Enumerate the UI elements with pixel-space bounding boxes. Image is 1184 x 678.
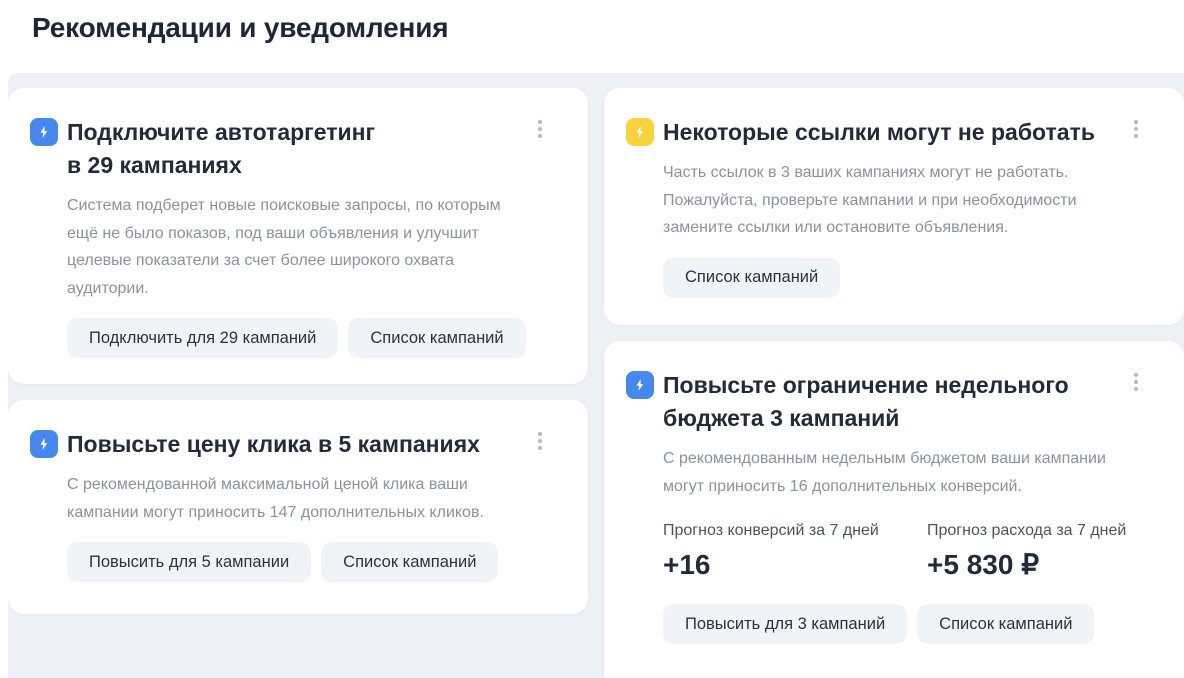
card-raise-click-price: Повысьте цену клика в 5 кампаниях С реко… [8, 400, 588, 614]
stat-value: +5 830 ₽ [927, 546, 1126, 584]
kebab-menu-icon [1134, 373, 1138, 377]
card-actions: Повысить для 5 кампании Список кампаний [67, 542, 548, 582]
recommendations-panel: Подключите автотаргетинг в 29 кампаниях … [8, 73, 1184, 678]
spend-forecast-stat: Прогноз расхода за 7 дней +5 830 ₽ [927, 520, 1126, 584]
lightning-icon [626, 118, 654, 146]
right-column: Некоторые ссылки могут не работать Часть… [604, 88, 1184, 678]
lightning-icon [30, 430, 58, 458]
card-title: Подключите автотаргетинг в 29 кампаниях [67, 116, 548, 182]
card-broken-links: Некоторые ссылки могут не работать Часть… [604, 88, 1184, 325]
card-description: Часть ссылок в 3 ваших кампаниях могут н… [663, 159, 1097, 242]
kebab-menu-icon [538, 432, 542, 436]
stat-label: Прогноз расхода за 7 дней [927, 520, 1126, 542]
campaign-list-button[interactable]: Список кампаний [917, 604, 1094, 644]
card-description: С рекомендованной максимальной ценой кли… [67, 471, 497, 526]
lightning-icon [626, 371, 654, 399]
card-menu-button[interactable] [528, 116, 552, 142]
page-title: Рекомендации и уведомления [0, 0, 1184, 44]
page-header: Рекомендации и уведомления [0, 0, 1184, 73]
kebab-menu-icon [538, 120, 542, 124]
forecast-stats: Прогноз конверсий за 7 дней +16 Прогноз … [663, 520, 1144, 584]
card-menu-button[interactable] [1124, 369, 1148, 395]
card-menu-button[interactable] [1124, 116, 1148, 142]
card-description: Система подберет новые поисковые запросы… [67, 192, 519, 302]
campaign-list-button[interactable]: Список кампаний [321, 542, 498, 582]
card-autotargeting: Подключите автотаргетинг в 29 кампаниях … [8, 88, 588, 384]
left-column: Подключите автотаргетинг в 29 кампаниях … [8, 88, 588, 614]
card-title: Повысьте ограничение недельного бюджета … [663, 369, 1144, 435]
stat-label: Прогноз конверсий за 7 дней [663, 520, 927, 542]
card-actions: Повысить для 3 кампаний Список кампаний [663, 604, 1144, 644]
apply-button[interactable]: Повысить для 5 кампании [67, 542, 311, 582]
apply-button[interactable]: Подключить для 29 кампаний [67, 318, 338, 358]
card-raise-weekly-budget: Повысьте ограничение недельного бюджета … [604, 341, 1184, 678]
card-menu-button[interactable] [528, 428, 552, 454]
lightning-icon [30, 118, 58, 146]
conversions-forecast-stat: Прогноз конверсий за 7 дней +16 [663, 520, 927, 584]
kebab-menu-icon [1134, 120, 1138, 124]
card-title: Повысьте цену клика в 5 кампаниях [67, 428, 548, 461]
apply-button[interactable]: Повысить для 3 кампаний [663, 604, 907, 644]
card-actions: Список кампаний [663, 258, 1144, 298]
campaign-list-button[interactable]: Список кампаний [663, 258, 840, 298]
card-title: Некоторые ссылки могут не работать [663, 116, 1144, 149]
stat-value: +16 [663, 546, 927, 584]
card-actions: Подключить для 29 кампаний Список кампан… [67, 318, 548, 358]
card-description: С рекомендованным недельным бюджетом ваш… [663, 445, 1109, 500]
campaign-list-button[interactable]: Список кампаний [348, 318, 525, 358]
